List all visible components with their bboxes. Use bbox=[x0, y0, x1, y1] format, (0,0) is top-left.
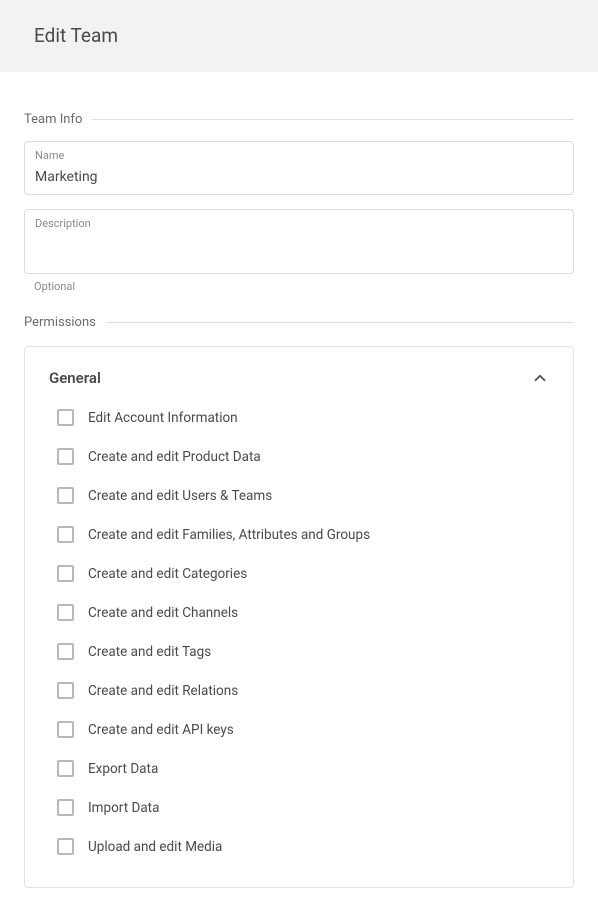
permissions-panel: General Edit Account Information Create a… bbox=[24, 346, 574, 888]
permission-checkbox[interactable] bbox=[57, 487, 74, 504]
content-area: Team Info Name Description Optional Perm… bbox=[0, 72, 598, 888]
name-field-label: Name bbox=[35, 149, 563, 162]
permission-label[interactable]: Import Data bbox=[88, 800, 159, 816]
permission-item[interactable]: Upload and edit Media bbox=[57, 838, 549, 855]
permission-checkbox[interactable] bbox=[57, 604, 74, 621]
permission-checkbox[interactable] bbox=[57, 643, 74, 660]
permission-checkbox[interactable] bbox=[57, 721, 74, 738]
permission-label[interactable]: Export Data bbox=[88, 761, 158, 777]
permission-label[interactable]: Edit Account Information bbox=[88, 410, 238, 426]
permission-checkbox[interactable] bbox=[57, 682, 74, 699]
permission-label[interactable]: Create and edit Channels bbox=[88, 605, 238, 621]
permission-item[interactable]: Import Data bbox=[57, 799, 549, 816]
permission-checkbox[interactable] bbox=[57, 409, 74, 426]
permission-item[interactable]: Export Data bbox=[57, 760, 549, 777]
permission-label[interactable]: Create and edit Users & Teams bbox=[88, 488, 272, 504]
permission-checkbox[interactable] bbox=[57, 565, 74, 582]
permission-item[interactable]: Edit Account Information bbox=[57, 409, 549, 426]
chevron-up-icon bbox=[531, 369, 549, 387]
permission-label[interactable]: Create and edit Families, Attributes and… bbox=[88, 527, 370, 543]
permissions-list: Edit Account Information Create and edit … bbox=[49, 409, 549, 855]
description-helper: Optional bbox=[34, 280, 574, 293]
permissions-panel-header[interactable]: General bbox=[49, 369, 549, 387]
permission-item[interactable]: Create and edit Relations bbox=[57, 682, 549, 699]
permission-checkbox[interactable] bbox=[57, 526, 74, 543]
section-team-info-label: Team Info bbox=[24, 112, 82, 127]
permission-checkbox[interactable] bbox=[57, 760, 74, 777]
permission-item[interactable]: Create and edit Families, Attributes and… bbox=[57, 526, 549, 543]
description-field-label: Description bbox=[35, 217, 563, 230]
permission-label[interactable]: Create and edit Relations bbox=[88, 683, 238, 699]
section-divider bbox=[92, 119, 574, 120]
permission-item[interactable]: Create and edit Tags bbox=[57, 643, 549, 660]
permission-label[interactable]: Create and edit Categories bbox=[88, 566, 247, 582]
page-title: Edit Team bbox=[34, 24, 564, 47]
section-team-info-header: Team Info bbox=[24, 112, 574, 127]
page-header: Edit Team bbox=[0, 0, 598, 72]
permissions-panel-title: General bbox=[49, 369, 101, 387]
description-input[interactable] bbox=[35, 234, 563, 262]
permission-label[interactable]: Upload and edit Media bbox=[88, 839, 222, 855]
permission-label[interactable]: Create and edit API keys bbox=[88, 722, 234, 738]
permission-label[interactable]: Create and edit Tags bbox=[88, 644, 211, 660]
section-permissions-label: Permissions bbox=[24, 315, 96, 330]
permission-label[interactable]: Create and edit Product Data bbox=[88, 449, 261, 465]
permission-checkbox[interactable] bbox=[57, 448, 74, 465]
permission-item[interactable]: Create and edit API keys bbox=[57, 721, 549, 738]
name-input[interactable] bbox=[35, 167, 563, 187]
name-field-wrapper[interactable]: Name bbox=[24, 141, 574, 195]
description-field-wrapper[interactable]: Description bbox=[24, 209, 574, 274]
permission-item[interactable]: Create and edit Product Data bbox=[57, 448, 549, 465]
section-permissions-header: Permissions bbox=[24, 315, 574, 330]
permission-item[interactable]: Create and edit Categories bbox=[57, 565, 549, 582]
permission-checkbox[interactable] bbox=[57, 799, 74, 816]
permission-item[interactable]: Create and edit Channels bbox=[57, 604, 549, 621]
permission-item[interactable]: Create and edit Users & Teams bbox=[57, 487, 549, 504]
section-divider bbox=[106, 322, 574, 323]
permission-checkbox[interactable] bbox=[57, 838, 74, 855]
